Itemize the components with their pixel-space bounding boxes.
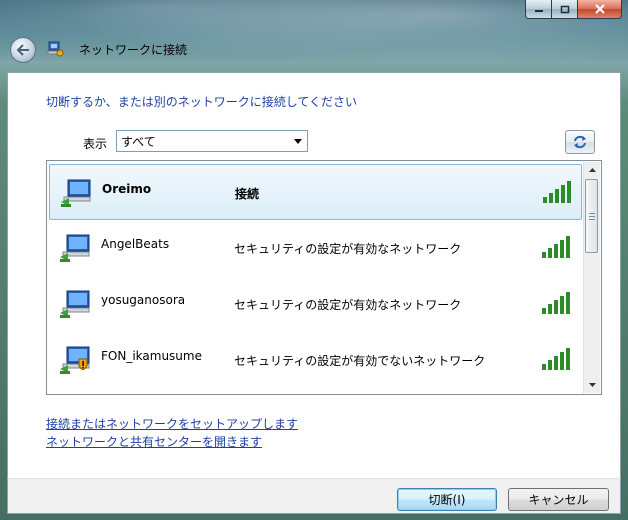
content-area: 切断するか、または別のネットワークに接続してください 表示 すべて Oreimo…	[7, 72, 621, 478]
maximize-icon	[560, 5, 569, 13]
minimize-icon	[534, 10, 543, 12]
network-list: Oreimo 接続 AngelBeats セキュリティの設定が有効なネットワーク…	[46, 160, 602, 395]
scroll-down-icon	[588, 383, 596, 387]
scroll-thumb[interactable]	[585, 179, 598, 253]
window-title: ネットワークに接続	[79, 43, 188, 57]
wireless-network-icon	[61, 179, 91, 207]
disconnect-button[interactable]: 切断(I)	[397, 488, 497, 511]
back-arrow-icon	[16, 44, 29, 56]
signal-strength-icon	[543, 181, 571, 203]
signal-strength-icon	[542, 348, 570, 370]
network-connect-icon	[47, 41, 64, 57]
network-item-fon-ikamusume[interactable]: FON_ikamusume セキュリティの設定が有効でないネットワーク	[49, 332, 582, 388]
scroll-grip	[589, 213, 595, 222]
network-sharing-center-link[interactable]: ネットワークと共有センターを開きます	[46, 433, 262, 450]
network-name: yosuganosora	[101, 293, 186, 307]
signal-strength-icon	[542, 292, 570, 314]
signal-strength-icon	[542, 236, 570, 258]
network-name: Oreimo	[102, 182, 152, 196]
close-button[interactable]	[578, 0, 622, 19]
scroll-up-button[interactable]	[584, 162, 600, 178]
filter-label: 表示	[83, 137, 108, 151]
minimize-button[interactable]	[525, 0, 552, 19]
maximize-button[interactable]	[552, 0, 578, 19]
scroll-down-button[interactable]	[584, 377, 600, 393]
network-status: セキュリティの設定が有効なネットワーク	[234, 242, 462, 256]
back-button[interactable]	[10, 37, 36, 63]
filter-selected-value: すべて	[121, 134, 156, 149]
security-warning-shield-icon	[78, 358, 88, 370]
wireless-network-icon	[60, 234, 90, 262]
refresh-icon	[574, 135, 586, 149]
connect-to-network-window: ネットワークに接続 切断するか、または別のネットワークに接続してください 表示 …	[0, 0, 628, 520]
instruction-text: 切断するか、または別のネットワークに接続してください	[46, 95, 358, 109]
network-status: 接続	[235, 187, 260, 201]
refresh-button[interactable]	[565, 130, 595, 154]
network-item-yosuganosora[interactable]: yosuganosora セキュリティの設定が有効なネットワーク	[49, 276, 582, 332]
network-status: セキュリティの設定が有効でないネットワーク	[234, 354, 486, 368]
wireless-network-icon	[60, 346, 90, 374]
scroll-up-icon	[588, 168, 596, 172]
network-item-oreimo[interactable]: Oreimo 接続	[49, 164, 582, 220]
wireless-network-icon	[60, 290, 90, 318]
caption-buttons	[525, 0, 622, 20]
network-item-angelbeats[interactable]: AngelBeats セキュリティの設定が有効なネットワーク	[49, 220, 582, 276]
list-scrollbar[interactable]	[583, 162, 600, 393]
cancel-button[interactable]: キャンセル	[508, 488, 609, 511]
network-name: FON_ikamusume	[101, 349, 202, 363]
network-name: AngelBeats	[101, 237, 170, 251]
filter-dropdown[interactable]: すべて	[116, 130, 308, 152]
dropdown-arrow-icon	[289, 131, 307, 151]
network-status: セキュリティの設定が有効なネットワーク	[234, 298, 462, 312]
setup-connection-link[interactable]: 接続またはネットワークをセットアップします	[46, 415, 298, 432]
close-icon	[594, 4, 605, 14]
dialog-footer: 切断(I) キャンセル	[7, 478, 621, 514]
